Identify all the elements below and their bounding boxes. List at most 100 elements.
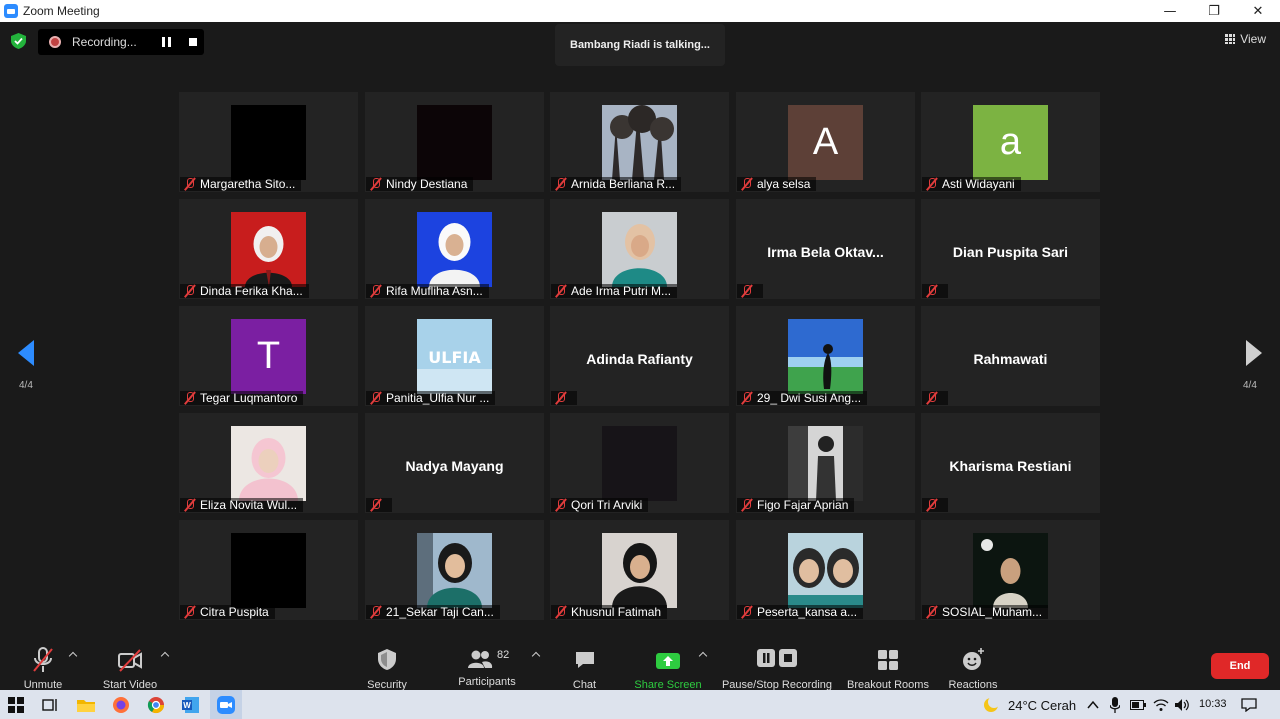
encryption-shield-icon[interactable] [11, 33, 26, 49]
participant-photo [417, 212, 492, 287]
participant-nametag: 21_Sekar Taji Can... [366, 605, 500, 619]
end-label: End [1229, 660, 1251, 672]
mic-muted-icon [183, 391, 197, 405]
participant-tile[interactable]: a Asti Widayani [921, 92, 1100, 192]
avatar-letter: a [999, 121, 1022, 163]
firefox-icon[interactable] [110, 694, 132, 716]
reactions-emoji-icon [963, 648, 984, 670]
participant-nametag [366, 498, 392, 512]
participant-tile[interactable]: Eliza Novita Wul... [179, 413, 358, 513]
participant-tile[interactable]: Ade Irma Putri M... [550, 199, 729, 299]
volume-icon[interactable] [1171, 694, 1193, 716]
chrome-icon[interactable] [145, 694, 167, 716]
participant-tile[interactable]: Dinda Ferika Kha... [179, 199, 358, 299]
participant-photo [602, 533, 677, 608]
participant-name: Dinda Ferika Kha... [200, 284, 303, 298]
participant-nametag [922, 391, 948, 405]
share-screen-button[interactable]: Share Screen [632, 636, 704, 691]
participant-tile[interactable]: Rahmawati [921, 306, 1100, 406]
pause-stop-recording-button[interactable]: Pause/Stop Recording [720, 636, 834, 691]
start-video-button[interactable]: Start Video [98, 636, 162, 691]
participant-tile[interactable]: 21_Sekar Taji Can... [365, 520, 544, 620]
participant-tile[interactable]: Peserta_kansa a... [736, 520, 915, 620]
participant-photo [788, 533, 863, 608]
participant-tile[interactable]: Margaretha Sito... [179, 92, 358, 192]
participant-tile[interactable]: Rifa Mufliha Asn... [365, 199, 544, 299]
mic-muted-icon [183, 498, 197, 512]
battery-icon[interactable] [1127, 694, 1149, 716]
participant-photo [788, 426, 863, 501]
mic-muted-icon [925, 498, 939, 512]
unmute-button[interactable]: Unmute [18, 636, 68, 691]
participant-nametag: Margaretha Sito... [180, 177, 302, 191]
recording-indicator: Recording... [38, 29, 204, 55]
participant-tile[interactable]: Khusnul Fatimah [550, 520, 729, 620]
mic-muted-icon [369, 177, 383, 191]
participant-avatar: a [973, 105, 1048, 180]
active-speaker-text: Bambang Riadi is talking... [570, 39, 710, 51]
file-explorer-icon[interactable] [75, 694, 97, 716]
view-button[interactable]: View [1225, 32, 1266, 46]
task-view-icon[interactable] [39, 694, 61, 716]
participant-name: Eliza Novita Wul... [200, 498, 298, 512]
stop-recording-icon[interactable] [189, 38, 197, 46]
weather-text[interactable]: 24°C Cerah [1008, 698, 1076, 713]
word-icon[interactable]: W [180, 694, 202, 716]
participant-tile[interactable]: Aalya selsa [736, 92, 915, 192]
zoom-taskbar-icon[interactable] [210, 690, 242, 719]
close-button[interactable]: ✕ [1236, 0, 1280, 22]
participant-name: Nindy Destiana [386, 177, 468, 191]
reactions-button[interactable]: Reactions [946, 636, 1000, 691]
restore-button[interactable]: ❐ [1192, 0, 1236, 22]
participant-tile[interactable]: Figo Fajar Aprian [736, 413, 915, 513]
participant-tile[interactable]: Irma Bela Oktav... [736, 199, 915, 299]
participant-tile[interactable]: T Tegar Luqmantoro [179, 306, 358, 406]
end-meeting-button[interactable]: End [1211, 653, 1269, 679]
meeting-stage: Recording... Bambang Riadi is talking...… [0, 22, 1280, 636]
participant-video [231, 105, 306, 180]
notifications-icon[interactable] [1238, 694, 1260, 716]
participant-display-name: Dian Puspita Sari [952, 244, 1069, 260]
participant-nametag: Nindy Destiana [366, 177, 474, 191]
tray-chevron-up-icon[interactable] [1082, 694, 1104, 716]
participant-tile[interactable]: ULFIA Panitia_Ulfia Nur ... [365, 306, 544, 406]
participants-button[interactable]: 82 Participants [452, 636, 522, 690]
participant-tile[interactable]: 29_ Dwi Susi Ang... [736, 306, 915, 406]
participant-tile[interactable]: SOSIAL_Muham... [921, 520, 1100, 620]
participant-video [231, 533, 306, 608]
video-off-icon [118, 649, 142, 672]
participant-tile[interactable]: Qori Tri Arviki [550, 413, 729, 513]
mic-muted-icon [740, 177, 754, 191]
participant-display-name: Rahmawati [973, 351, 1048, 367]
participant-tile[interactable]: Arnida Berliana R... [550, 92, 729, 192]
participant-tile[interactable]: Citra Puspita [179, 520, 358, 620]
participant-nametag: Asti Widayani [922, 177, 1021, 191]
participant-name: Margaretha Sito... [200, 177, 296, 191]
audio-options-chevron-icon[interactable] [68, 651, 78, 661]
participant-nametag: SOSIAL_Muham... [922, 605, 1049, 619]
chat-button[interactable]: Chat [562, 636, 607, 691]
participants-options-chevron-icon[interactable] [531, 651, 541, 661]
page-indicator-left: 4/4 [19, 380, 33, 391]
tray-microphone-icon[interactable] [1104, 694, 1126, 716]
participant-tile[interactable]: Dian Puspita Sari [921, 199, 1100, 299]
video-options-chevron-icon[interactable] [160, 651, 170, 661]
next-page-arrow-icon[interactable] [1246, 340, 1262, 366]
mic-muted-icon [554, 498, 568, 512]
previous-page-arrow-icon[interactable] [18, 340, 34, 366]
participant-photo [973, 533, 1048, 608]
windows-start-icon[interactable] [5, 694, 27, 716]
minimize-button[interactable]: — [1148, 0, 1192, 22]
participant-tile[interactable]: Nindy Destiana [365, 92, 544, 192]
participant-tile[interactable]: Nadya Mayang [365, 413, 544, 513]
participant-tile[interactable]: Kharisma Restiani [921, 413, 1100, 513]
security-button[interactable]: Security [362, 636, 412, 691]
participant-tile[interactable]: Adinda Rafianty [550, 306, 729, 406]
participant-name: 21_Sekar Taji Can... [386, 605, 494, 619]
pause-recording-icon[interactable] [162, 37, 171, 47]
mic-muted-icon [183, 605, 197, 619]
participant-video [602, 426, 677, 501]
wifi-icon[interactable] [1150, 694, 1172, 716]
breakout-rooms-button[interactable]: Breakout Rooms [844, 636, 932, 691]
clock-time[interactable]: 10:33 [1199, 698, 1227, 710]
